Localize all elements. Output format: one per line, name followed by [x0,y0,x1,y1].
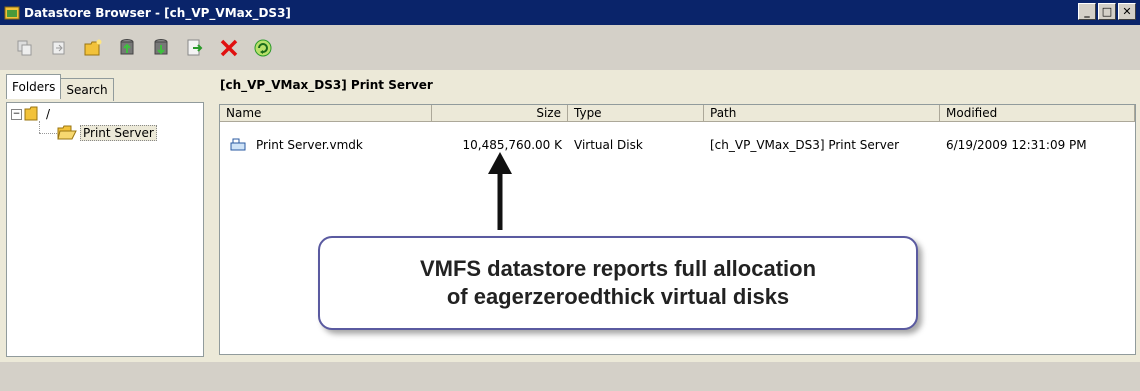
current-folder-header: [ch_VP_VMax_DS3] Print Server [220,78,433,92]
cell-modified: 6/19/2009 12:31:09 PM [946,138,1087,152]
delete-icon[interactable] [218,37,240,59]
pane-tabs: Folders Search [6,74,114,102]
column-path[interactable]: Path [704,105,940,122]
folder-pane: Folders Search − / Print Server [6,74,204,357]
copy-icon[interactable] [14,37,36,59]
tree-root-label: / [46,107,51,121]
move-icon[interactable] [48,37,70,59]
register-vm-icon[interactable] [184,37,206,59]
window-title: Datastore Browser - [ch_VP_VMax_DS3] [24,5,291,20]
collapse-icon[interactable]: − [11,108,22,120]
upload-icon[interactable] [116,37,138,59]
tab-search[interactable]: Search [61,78,114,101]
refresh-icon[interactable] [252,37,274,59]
virtual-disk-icon [230,138,246,151]
status-bar [0,362,1140,391]
tree-root-row[interactable]: − / [11,105,50,123]
tree-connector [39,121,40,133]
datastore-browser-window: Datastore Browser - [ch_VP_VMax_DS3] _ □… [0,0,1140,391]
window-controls: _ □ ✕ [1078,3,1136,20]
tab-folders[interactable]: Folders [6,74,62,99]
file-name: Print Server.vmdk [256,138,363,152]
annotation-callout: VMFS datastore reports full allocation o… [318,236,918,330]
callout-line-2: of eagerzeroedthick virtual disks [446,284,790,309]
callout-line-1: VMFS datastore reports full allocation [419,256,817,281]
cell-name: Print Server.vmdk [220,138,432,152]
column-name[interactable]: Name [220,105,432,122]
minimize-button[interactable]: _ [1078,3,1096,20]
tree-item-print-server[interactable]: Print Server [57,124,157,142]
new-folder-icon[interactable] [82,37,104,59]
toolbar [0,25,1140,70]
cell-type: Virtual Disk [574,138,643,152]
tree-item-label: Print Server [80,125,157,141]
column-modified[interactable]: Modified [940,105,1135,122]
column-type[interactable]: Type [568,105,704,122]
datastore-browser-icon [4,6,20,19]
tree-connector-h [39,133,57,134]
maximize-button[interactable]: □ [1098,3,1116,20]
annotation-arrow-icon [488,152,512,230]
column-headers: Name Size Type Path Modified [220,105,1135,123]
folder-open-icon [57,125,77,140]
title-bar[interactable]: Datastore Browser - [ch_VP_VMax_DS3] _ □… [0,0,1140,25]
cell-path: [ch_VP_VMax_DS3] Print Server [710,138,900,152]
folder-open-icon [24,106,38,121]
folder-tree: − / Print Server [6,102,204,357]
close-button[interactable]: ✕ [1118,3,1136,20]
column-size[interactable]: Size [432,105,568,122]
download-icon[interactable] [150,37,172,59]
table-row[interactable]: Print Server.vmdk 10,485,760.00 K Virtua… [220,136,1135,154]
